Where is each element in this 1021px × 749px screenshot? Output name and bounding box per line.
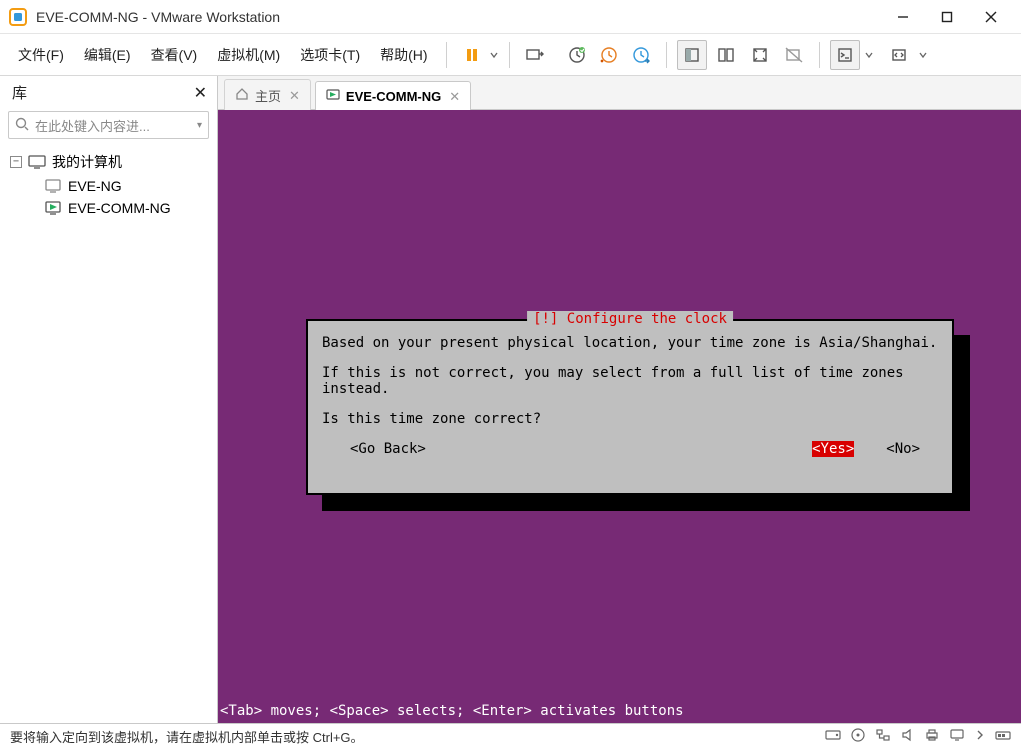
- tab-active-label: EVE-COMM-NG: [346, 89, 441, 104]
- pause-dropdown[interactable]: [489, 51, 499, 59]
- library-tree: − 我的计算机 EVE-NG EVE-COMM-NG: [0, 145, 217, 223]
- tree-item-label: EVE-COMM-NG: [68, 200, 171, 216]
- vmware-app-icon: [8, 7, 28, 27]
- tree-item-eve-ng[interactable]: EVE-NG: [40, 175, 211, 197]
- chevron-right-icon[interactable]: [975, 728, 985, 745]
- monitor-icon: [28, 155, 46, 169]
- status-device-icons: [825, 728, 1011, 745]
- workspace: 主页 ✕ EVE-COMM-NG ✕ [!] Configure the clo…: [218, 76, 1021, 723]
- separator: [509, 42, 510, 68]
- dialog-title: [!] Configure the clock: [527, 311, 733, 327]
- tree-item-label: EVE-NG: [68, 178, 122, 194]
- tab-home-label: 主页: [255, 86, 281, 105]
- menu-view[interactable]: 查看(V): [143, 39, 206, 71]
- sidebar-close-icon[interactable]: ✕: [194, 83, 207, 103]
- chevron-down-icon[interactable]: ▾: [197, 120, 202, 131]
- network-icon[interactable]: [875, 728, 891, 745]
- tree-item-eve-comm-ng[interactable]: EVE-COMM-NG: [40, 197, 211, 219]
- vm-console[interactable]: [!] Configure the clock Based on your pr…: [218, 110, 1021, 723]
- disk-icon[interactable]: [825, 728, 841, 745]
- tree-root[interactable]: − 我的计算机: [6, 149, 211, 175]
- status-text: 要将输入定向到该虚拟机，请在虚拟机内部单击或按 Ctrl+G。: [10, 727, 364, 746]
- minimize-button[interactable]: [881, 2, 925, 32]
- vm-off-icon: [44, 179, 62, 193]
- tab-active-vm[interactable]: EVE-COMM-NG ✕: [315, 81, 471, 110]
- close-button[interactable]: [969, 2, 1013, 32]
- maximize-button[interactable]: [925, 2, 969, 32]
- separator: [666, 42, 667, 68]
- menu-tabs[interactable]: 选项卡(T): [292, 39, 368, 71]
- dialog-line-3: Is this time zone correct?: [322, 411, 938, 427]
- window-title: EVE-COMM-NG - VMware Workstation: [36, 9, 881, 25]
- sidebar-search-input[interactable]: 在此处键入内容进... ▾: [8, 111, 209, 139]
- home-icon: [235, 87, 249, 104]
- tabs: 主页 ✕ EVE-COMM-NG ✕: [218, 76, 1021, 110]
- printer-icon[interactable]: [925, 728, 939, 745]
- main: 库 ✕ 在此处键入内容进... ▾ − 我的计算机: [0, 76, 1021, 723]
- snapshot-take-button[interactable]: [562, 40, 592, 70]
- menu-vm[interactable]: 虚拟机(M): [209, 39, 288, 71]
- tab-close-icon[interactable]: ✕: [449, 89, 460, 105]
- console-dropdown[interactable]: [864, 51, 874, 59]
- expander-icon[interactable]: −: [10, 156, 22, 168]
- snapshot-revert-button[interactable]: [594, 40, 624, 70]
- tab-home[interactable]: 主页 ✕: [224, 79, 311, 110]
- search-icon: [15, 117, 29, 134]
- stretch-dropdown[interactable]: [918, 51, 928, 59]
- status-bar: 要将输入定向到该虚拟机，请在虚拟机内部单击或按 Ctrl+G。: [0, 723, 1021, 749]
- snapshot-manager-button[interactable]: [626, 40, 656, 70]
- cd-icon[interactable]: [851, 728, 865, 745]
- devices-menu-icon[interactable]: [995, 728, 1011, 745]
- view-multi-button[interactable]: [711, 40, 741, 70]
- unity-button[interactable]: [779, 40, 809, 70]
- yes-button[interactable]: <Yes>: [812, 441, 854, 457]
- menu-edit[interactable]: 编辑(E): [76, 39, 139, 71]
- tab-close-icon[interactable]: ✕: [289, 88, 300, 104]
- go-back-button[interactable]: <Go Back>: [350, 441, 426, 457]
- vm-hint-text: <Tab> moves; <Space> selects; <Enter> ac…: [218, 701, 1021, 723]
- window-controls: [881, 2, 1013, 32]
- sound-icon[interactable]: [901, 728, 915, 745]
- menu-file[interactable]: 文件(F): [10, 39, 72, 71]
- vm-on-icon: [44, 201, 62, 215]
- fullscreen-button[interactable]: [745, 40, 775, 70]
- sidebar: 库 ✕ 在此处键入内容进... ▾ − 我的计算机: [0, 76, 218, 723]
- clock-dialog: [!] Configure the clock Based on your pr…: [306, 319, 954, 495]
- view-single-button[interactable]: [677, 40, 707, 70]
- menu-help[interactable]: 帮助(H): [372, 39, 435, 71]
- menubar: 文件(F) 编辑(E) 查看(V) 虚拟机(M) 选项卡(T) 帮助(H): [0, 34, 1021, 76]
- tree-root-label: 我的计算机: [52, 152, 122, 172]
- dialog-line-1: Based on your present physical location,…: [322, 335, 938, 351]
- sidebar-title: 库: [12, 82, 27, 103]
- dialog-line-2: If this is not correct, you may select f…: [322, 365, 938, 397]
- stretch-button[interactable]: [884, 40, 914, 70]
- console-button[interactable]: [830, 40, 860, 70]
- display-icon[interactable]: [949, 728, 965, 745]
- send-ctrl-alt-del-button[interactable]: [520, 40, 550, 70]
- titlebar: EVE-COMM-NG - VMware Workstation: [0, 0, 1021, 34]
- pause-button[interactable]: [457, 40, 487, 70]
- no-button[interactable]: <No>: [886, 441, 920, 457]
- separator: [446, 42, 447, 68]
- search-placeholder: 在此处键入内容进...: [35, 116, 150, 135]
- separator: [819, 42, 820, 68]
- vm-on-icon: [326, 88, 340, 105]
